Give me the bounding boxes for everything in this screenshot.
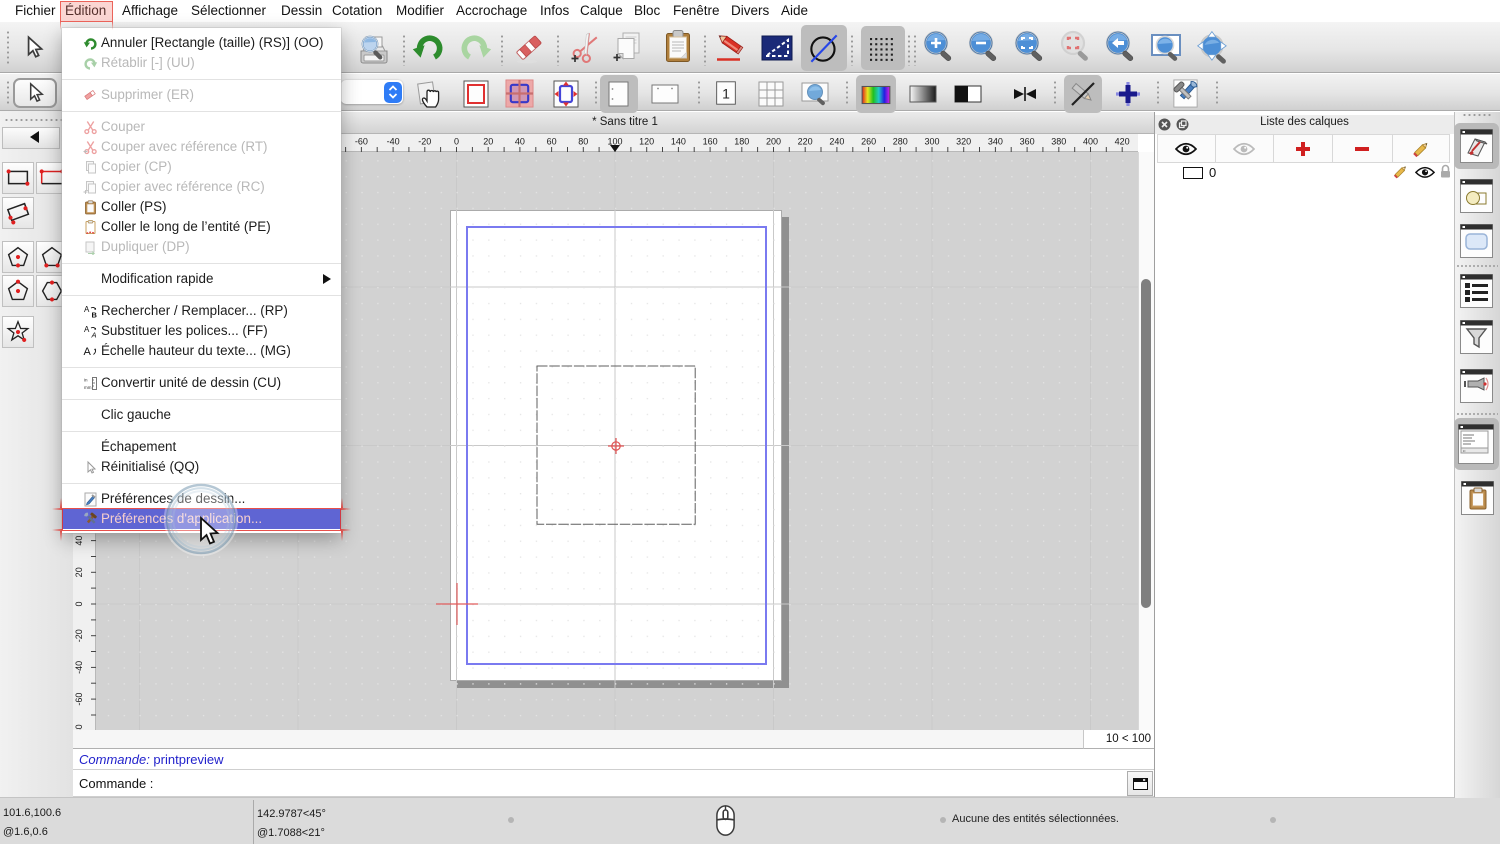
svg-text:B: B [91,310,97,319]
svg-text:280: 280 [893,137,908,147]
svg-text:0: 0 [454,137,459,147]
svg-text:in: in [84,377,88,382]
svg-text:1: 1 [722,86,730,102]
svg-text:400: 400 [1083,137,1098,147]
svg-text:180: 180 [734,137,749,147]
svg-text:120: 120 [639,137,654,147]
svg-text:mm: mm [84,385,92,390]
svg-text:0: 0 [74,601,84,606]
svg-text:200: 200 [766,137,781,147]
svg-text:40: 40 [515,137,525,147]
svg-text:260: 260 [861,137,876,147]
svg-text:-20: -20 [418,137,431,147]
svg-text:A: A [84,305,90,314]
svg-text:-60: -60 [355,137,368,147]
svg-text:-40: -40 [74,661,84,674]
svg-text:-40: -40 [387,137,400,147]
svg-text:160: 160 [703,137,718,147]
svg-text:A: A [90,330,96,339]
svg-text:320: 320 [956,137,971,147]
svg-text:420: 420 [1115,137,1130,147]
svg-text:60: 60 [547,137,557,147]
svg-text:40: 40 [74,536,84,546]
svg-text:360: 360 [1020,137,1035,147]
svg-text:340: 340 [988,137,1003,147]
svg-text:-60: -60 [74,693,84,706]
svg-text:A: A [84,325,90,334]
svg-text:-20: -20 [74,629,84,642]
svg-text:220: 220 [798,137,813,147]
svg-text:20: 20 [483,137,493,147]
svg-text:80: 80 [578,137,588,147]
svg-text:c:: c: [1463,449,1466,453]
svg-text:A: A [83,346,91,358]
svg-text:140: 140 [671,137,686,147]
svg-text:20: 20 [74,567,84,577]
svg-text:240: 240 [829,137,844,147]
svg-text:300: 300 [924,137,939,147]
svg-text:380: 380 [1051,137,1066,147]
